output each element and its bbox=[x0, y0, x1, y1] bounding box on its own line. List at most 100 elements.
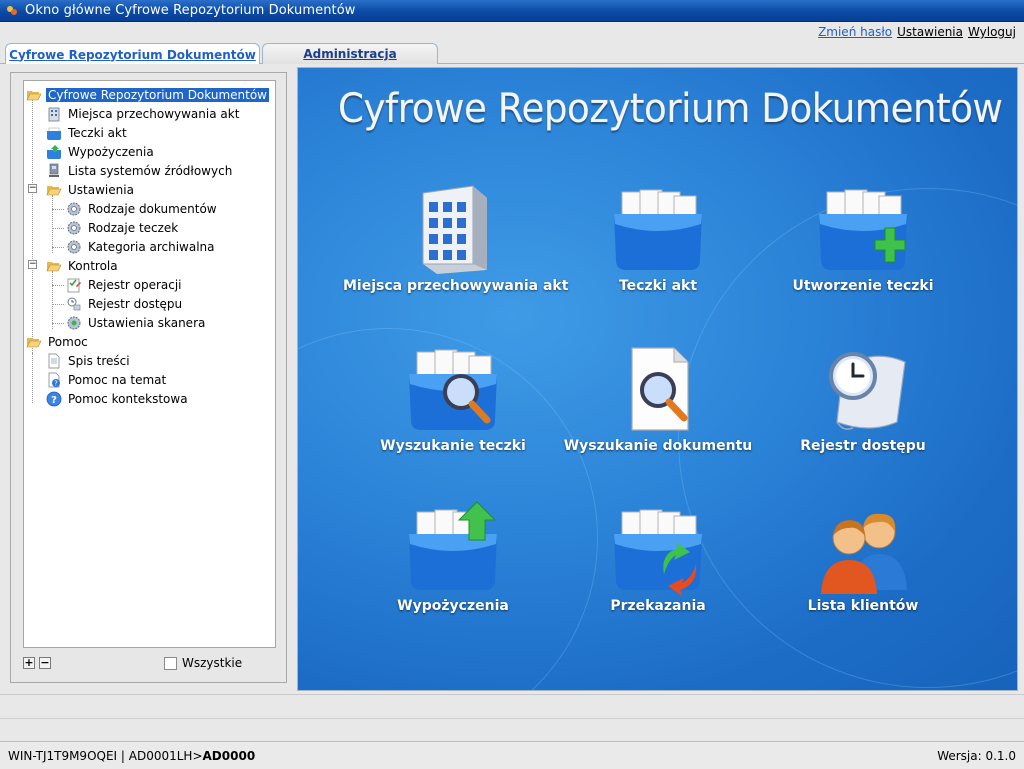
machine-info: WIN-TJ1T9M9OQEI | AD0001LH> bbox=[8, 748, 203, 763]
tree-item-label: Pomoc bbox=[48, 334, 88, 349]
tree-item-label: Kategoria archiwalna bbox=[88, 239, 215, 254]
document-icon bbox=[48, 353, 60, 368]
spacer-bar bbox=[0, 718, 1024, 741]
folder-transfer-icon bbox=[614, 509, 702, 596]
tree-connector bbox=[52, 304, 64, 305]
tree-connector bbox=[52, 209, 64, 210]
tree-item-operations-log[interactable]: Rejestr operacji bbox=[66, 275, 184, 294]
tile-loans[interactable]: Wypożyczenia bbox=[343, 498, 563, 638]
tab-repository[interactable]: Cyfrowe Repozytorium Dokumentów bbox=[5, 43, 260, 65]
tile-access-register[interactable]: Rejestr dostępu bbox=[753, 338, 973, 478]
open-folder-icon bbox=[46, 261, 62, 271]
version-label: Wersja: 0.1.0 bbox=[937, 748, 1016, 763]
tree-item-settings[interactable]: Ustawienia bbox=[46, 180, 136, 199]
tile-client-list[interactable]: Lista klientów bbox=[753, 498, 973, 638]
folder-upload-icon bbox=[409, 501, 497, 590]
tree-item-folder-types[interactable]: Rodzaje teczek bbox=[66, 218, 180, 237]
tree-item-label: Kontrola bbox=[68, 258, 118, 273]
tile-document-search[interactable]: Wyszukanie dokumentu bbox=[548, 338, 768, 478]
tree-item-control[interactable]: Kontrola bbox=[46, 256, 120, 275]
tree-connector bbox=[52, 228, 64, 229]
tree-item-source-systems[interactable]: Lista systemów źródłowych bbox=[46, 161, 234, 180]
collapse-settings-toggle[interactable]: − bbox=[28, 184, 37, 193]
gear-icon bbox=[67, 240, 81, 253]
building-icon bbox=[48, 107, 60, 121]
open-folder-icon bbox=[26, 90, 42, 100]
tree-connector bbox=[52, 285, 64, 286]
open-folder-icon bbox=[46, 185, 62, 195]
tree-item-help[interactable]: Pomoc bbox=[26, 332, 90, 351]
all-checkbox-box[interactable] bbox=[164, 656, 177, 670]
collapse-all-button[interactable]: − bbox=[39, 657, 51, 669]
tree-item-label: Teczki akt bbox=[68, 125, 127, 140]
tile-folders[interactable]: Teczki akt bbox=[548, 178, 768, 318]
users-icon bbox=[821, 513, 907, 594]
folder-search-icon bbox=[409, 349, 497, 430]
all-checkbox[interactable]: Wszystkie bbox=[164, 656, 242, 670]
tree-item-access-log[interactable]: Rejestr dostępu bbox=[66, 294, 184, 313]
tile-label: Utworzenie teczki bbox=[792, 278, 934, 294]
clock-scroll-icon bbox=[829, 352, 906, 430]
dashboard-panel: Cyfrowe Repozytorium Dokumentów Miejsca … bbox=[297, 67, 1018, 691]
tree-item-storage[interactable]: Miejsca przechowywania akt bbox=[46, 104, 241, 123]
tile-label: Przekazania bbox=[610, 598, 706, 614]
tile-label: Wyszukanie dokumentu bbox=[563, 438, 753, 454]
tile-label: Lista klientów bbox=[807, 598, 919, 614]
tree-item-label: Rejestr dostępu bbox=[88, 296, 183, 311]
status-strip bbox=[0, 694, 1024, 718]
help-doc-icon: ? bbox=[48, 372, 60, 387]
tree-item-help-topic[interactable]: ? Pomoc na temat bbox=[46, 370, 168, 389]
tile-label: Teczki akt bbox=[618, 278, 698, 294]
checklist-icon bbox=[67, 278, 81, 292]
open-folder-icon bbox=[26, 337, 42, 347]
tree-item-loans[interactable]: Wypożyczenia bbox=[46, 142, 156, 161]
change-password-link[interactable]: Zmień hasło bbox=[818, 25, 892, 39]
tree-item-label: Pomoc kontekstowa bbox=[68, 391, 188, 406]
expand-all-button[interactable]: + bbox=[23, 657, 35, 669]
tree-connector bbox=[52, 271, 53, 329]
building-icon bbox=[422, 185, 487, 274]
collapse-control-toggle[interactable]: − bbox=[28, 260, 37, 269]
access-icon bbox=[67, 297, 81, 310]
top-links-bar: Zmień hasło Ustawienia Wyloguj bbox=[0, 22, 1024, 42]
tree-item-contents[interactable]: Spis treści bbox=[46, 351, 132, 370]
tile-transfers[interactable]: Przekazania bbox=[548, 498, 768, 638]
tree-item-document-types[interactable]: Rodzaje dokumentów bbox=[66, 199, 219, 218]
tree-item-label: Wypożyczenia bbox=[68, 144, 154, 159]
tab-administration[interactable]: Administracja bbox=[262, 43, 438, 64]
tree-item-label: Pomoc na temat bbox=[68, 372, 167, 387]
app-icon bbox=[7, 5, 17, 15]
tree-item-label: Ustawienia bbox=[68, 182, 134, 197]
tile-folder-search[interactable]: Wyszukanie teczki bbox=[343, 338, 563, 478]
tree-item-folders[interactable]: Teczki akt bbox=[46, 123, 129, 142]
logout-link[interactable]: Wyloguj bbox=[968, 25, 1016, 39]
tile-label: Miejsca przechowywania akt bbox=[343, 278, 569, 294]
settings-link[interactable]: Ustawienia bbox=[897, 25, 963, 39]
tile-create-folder[interactable]: Utworzenie teczki bbox=[753, 178, 973, 318]
tree-item-scanner-settings[interactable]: Ustawienia skanera bbox=[66, 313, 207, 332]
tree-item-label: Lista systemów źródłowych bbox=[68, 163, 233, 178]
status-bar: WIN-TJ1T9M9OQEI | AD0001LH>AD0000 Wersja… bbox=[0, 741, 1024, 769]
all-checkbox-label: Wszystkie bbox=[182, 656, 243, 670]
tree-item-context-help[interactable]: ? Pomoc kontekstowa bbox=[46, 389, 190, 408]
tile-storage-locations[interactable]: Miejsca przechowywania akt bbox=[343, 178, 569, 318]
tree-item-label: Rodzaje dokumentów bbox=[88, 201, 217, 216]
tree-connector bbox=[52, 195, 53, 253]
folder-add-icon bbox=[819, 189, 907, 270]
folder-box-icon bbox=[614, 189, 702, 270]
navigation-panel: Cyfrowe Repozytorium Dokumentów Miejsca … bbox=[10, 72, 287, 683]
tree-connector bbox=[32, 353, 33, 403]
tree-item-label: Rodzaje teczek bbox=[88, 220, 179, 235]
tree-root[interactable]: Cyfrowe Repozytorium Dokumentów bbox=[26, 85, 269, 104]
tree-connector bbox=[52, 323, 64, 324]
tree-item-label: Rejestr operacji bbox=[88, 277, 182, 292]
tree-item-label: Spis treści bbox=[68, 353, 130, 368]
computer-icon bbox=[49, 163, 59, 177]
window-title: Okno główne Cyfrowe Repozytorium Dokumen… bbox=[25, 3, 356, 18]
tile-label: Wyszukanie teczki bbox=[380, 438, 526, 454]
tree-item-label: Miejsca przechowywania akt bbox=[68, 106, 240, 121]
tree-item-archive-category[interactable]: Kategoria archiwalna bbox=[66, 237, 217, 256]
svg-text:?: ? bbox=[51, 395, 57, 406]
navigation-tree[interactable]: Cyfrowe Repozytorium Dokumentów Miejsca … bbox=[23, 80, 276, 648]
svg-text:?: ? bbox=[54, 379, 58, 387]
